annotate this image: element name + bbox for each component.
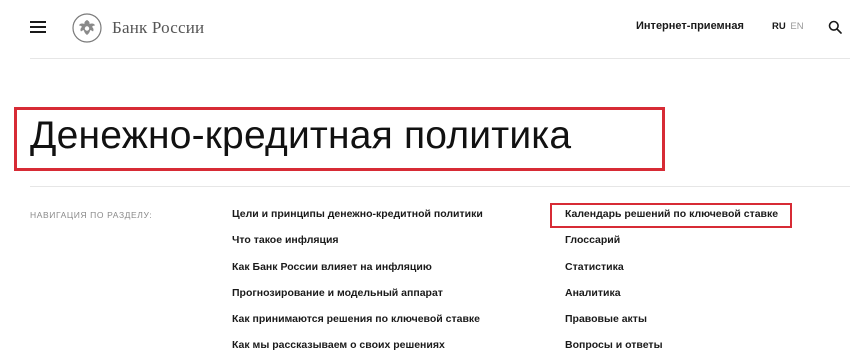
menu-icon-bar <box>30 31 46 33</box>
section-nav-label: НАВИГАЦИЯ ПО РАЗДЕЛУ: <box>30 210 153 220</box>
nav-link-goals-principles[interactable]: Цели и принципы денежно-кредитной полити… <box>232 206 483 232</box>
lang-en-option[interactable]: EN <box>790 21 803 32</box>
nav-link-glossary[interactable]: Глоссарий <box>565 232 778 258</box>
header-divider <box>30 58 850 59</box>
language-switcher: RU EN <box>772 21 804 32</box>
nav-link-analytics[interactable]: Аналитика <box>565 285 778 311</box>
nav-link-influence-on-inflation[interactable]: Как Банк России влияет на инфляцию <box>232 259 483 285</box>
nav-link-what-is-inflation[interactable]: Что такое инфляция <box>232 232 483 258</box>
logo-text: Банк России <box>112 18 205 37</box>
menu-icon-bar <box>30 26 46 28</box>
internet-reception-link[interactable]: Интернет-приемная <box>636 20 744 32</box>
menu-icon-bar <box>30 21 46 23</box>
section-nav-column-1: Цели и принципы денежно-кредитной полити… <box>232 206 483 361</box>
logo-link[interactable]: Банк России <box>72 13 204 43</box>
nav-link-faq[interactable]: Вопросы и ответы <box>565 337 778 361</box>
section-divider <box>30 186 850 187</box>
eagle-emblem-icon <box>72 13 102 43</box>
page-title: Денежно-кредитная политика <box>30 114 572 157</box>
search-icon[interactable] <box>828 20 842 34</box>
nav-link-forecasting[interactable]: Прогнозирование и модельный аппарат <box>232 285 483 311</box>
menu-icon[interactable] <box>30 20 46 34</box>
nav-link-statistics[interactable]: Статистика <box>565 259 778 285</box>
lang-ru-option[interactable]: RU <box>772 21 786 32</box>
nav-link-key-rate-calendar[interactable]: Календарь решений по ключевой ставке <box>565 206 778 232</box>
nav-link-key-rate-decisions[interactable]: Как принимаются решения по ключевой став… <box>232 311 483 337</box>
nav-link-communications[interactable]: Как мы рассказываем о своих решениях <box>232 337 483 361</box>
site-header: Банк России Интернет-приемная RU EN <box>0 0 850 58</box>
section-nav-column-2: Календарь решений по ключевой ставке Гло… <box>565 206 778 361</box>
nav-link-legal-acts[interactable]: Правовые акты <box>565 311 778 337</box>
